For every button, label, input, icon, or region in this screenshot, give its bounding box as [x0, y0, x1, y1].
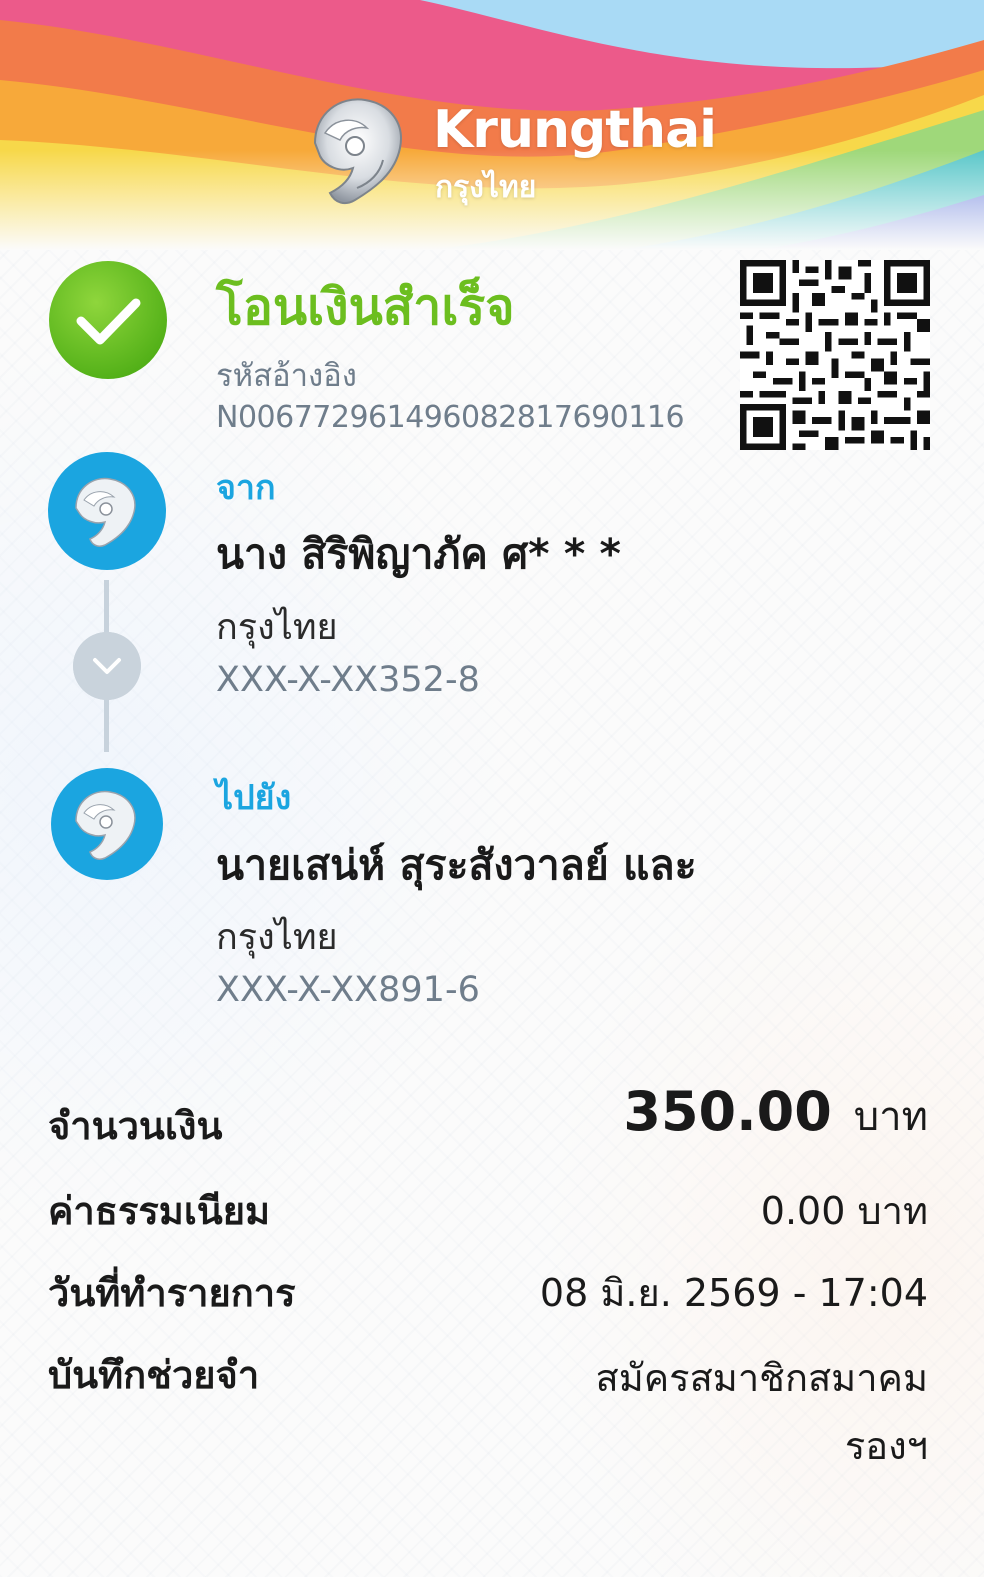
- memo-line-1: สมัครสมาชิกสมาคม: [595, 1356, 929, 1400]
- brand-name-english: Krungthai: [433, 100, 717, 160]
- recipient-bank: กรุงไทย: [216, 917, 338, 958]
- chevron-down-icon: [73, 632, 141, 700]
- success-check-icon: [49, 261, 167, 379]
- memo-label: บันทึกช่วยจำ: [48, 1353, 260, 1397]
- brand-name-thai: กรุงไทย: [435, 170, 537, 205]
- amount-value: 350.00 บาท: [623, 1080, 928, 1148]
- sender-account: XXX-X-XX352-8: [216, 660, 480, 700]
- transfer-success-title: โอนเงินสำเร็จ: [216, 278, 515, 336]
- memo-value: สมัครสมาชิกสมาคม รองฯ: [428, 1344, 929, 1480]
- reference-label: รหัสอ้างอิง: [216, 358, 357, 394]
- krungthai-bank-icon: [48, 452, 166, 570]
- sender-bank: กรุงไทย: [216, 607, 338, 648]
- amount-unit: บาท: [853, 1094, 928, 1140]
- brand-logo-group: Krungthai กรุงไทย: [295, 88, 717, 218]
- to-label: ไปยัง: [216, 778, 292, 818]
- krungthai-bird-logo-icon: [313, 98, 402, 205]
- transaction-date-value: 08 มิ.ย. 2569 - 17:04: [539, 1271, 928, 1315]
- qr-code-icon[interactable]: [740, 260, 930, 450]
- krungthai-bank-icon: [51, 768, 163, 880]
- sender-name: นาง สิริพิญาภัค ศ* * *: [216, 530, 621, 578]
- recipient-name: นายเสน่ห์ สุระสังวาลย์ และ: [216, 841, 697, 889]
- fee-label: ค่าธรรมเนียม: [48, 1189, 271, 1233]
- reference-number: N006772961496082817690116: [216, 400, 685, 435]
- recipient-account: XXX-X-XX891-6: [216, 970, 480, 1010]
- amount-number: 350.00: [623, 1080, 832, 1143]
- amount-label: จำนวนเงิน: [48, 1104, 223, 1148]
- from-label: จาก: [216, 468, 276, 508]
- header-banner: Krungthai กรุงไทย: [0, 0, 984, 250]
- fee-value: 0.00 บาท: [760, 1189, 928, 1233]
- memo-line-2: รองฯ: [844, 1424, 928, 1468]
- transaction-date-label: วันที่ทำรายการ: [48, 1271, 296, 1315]
